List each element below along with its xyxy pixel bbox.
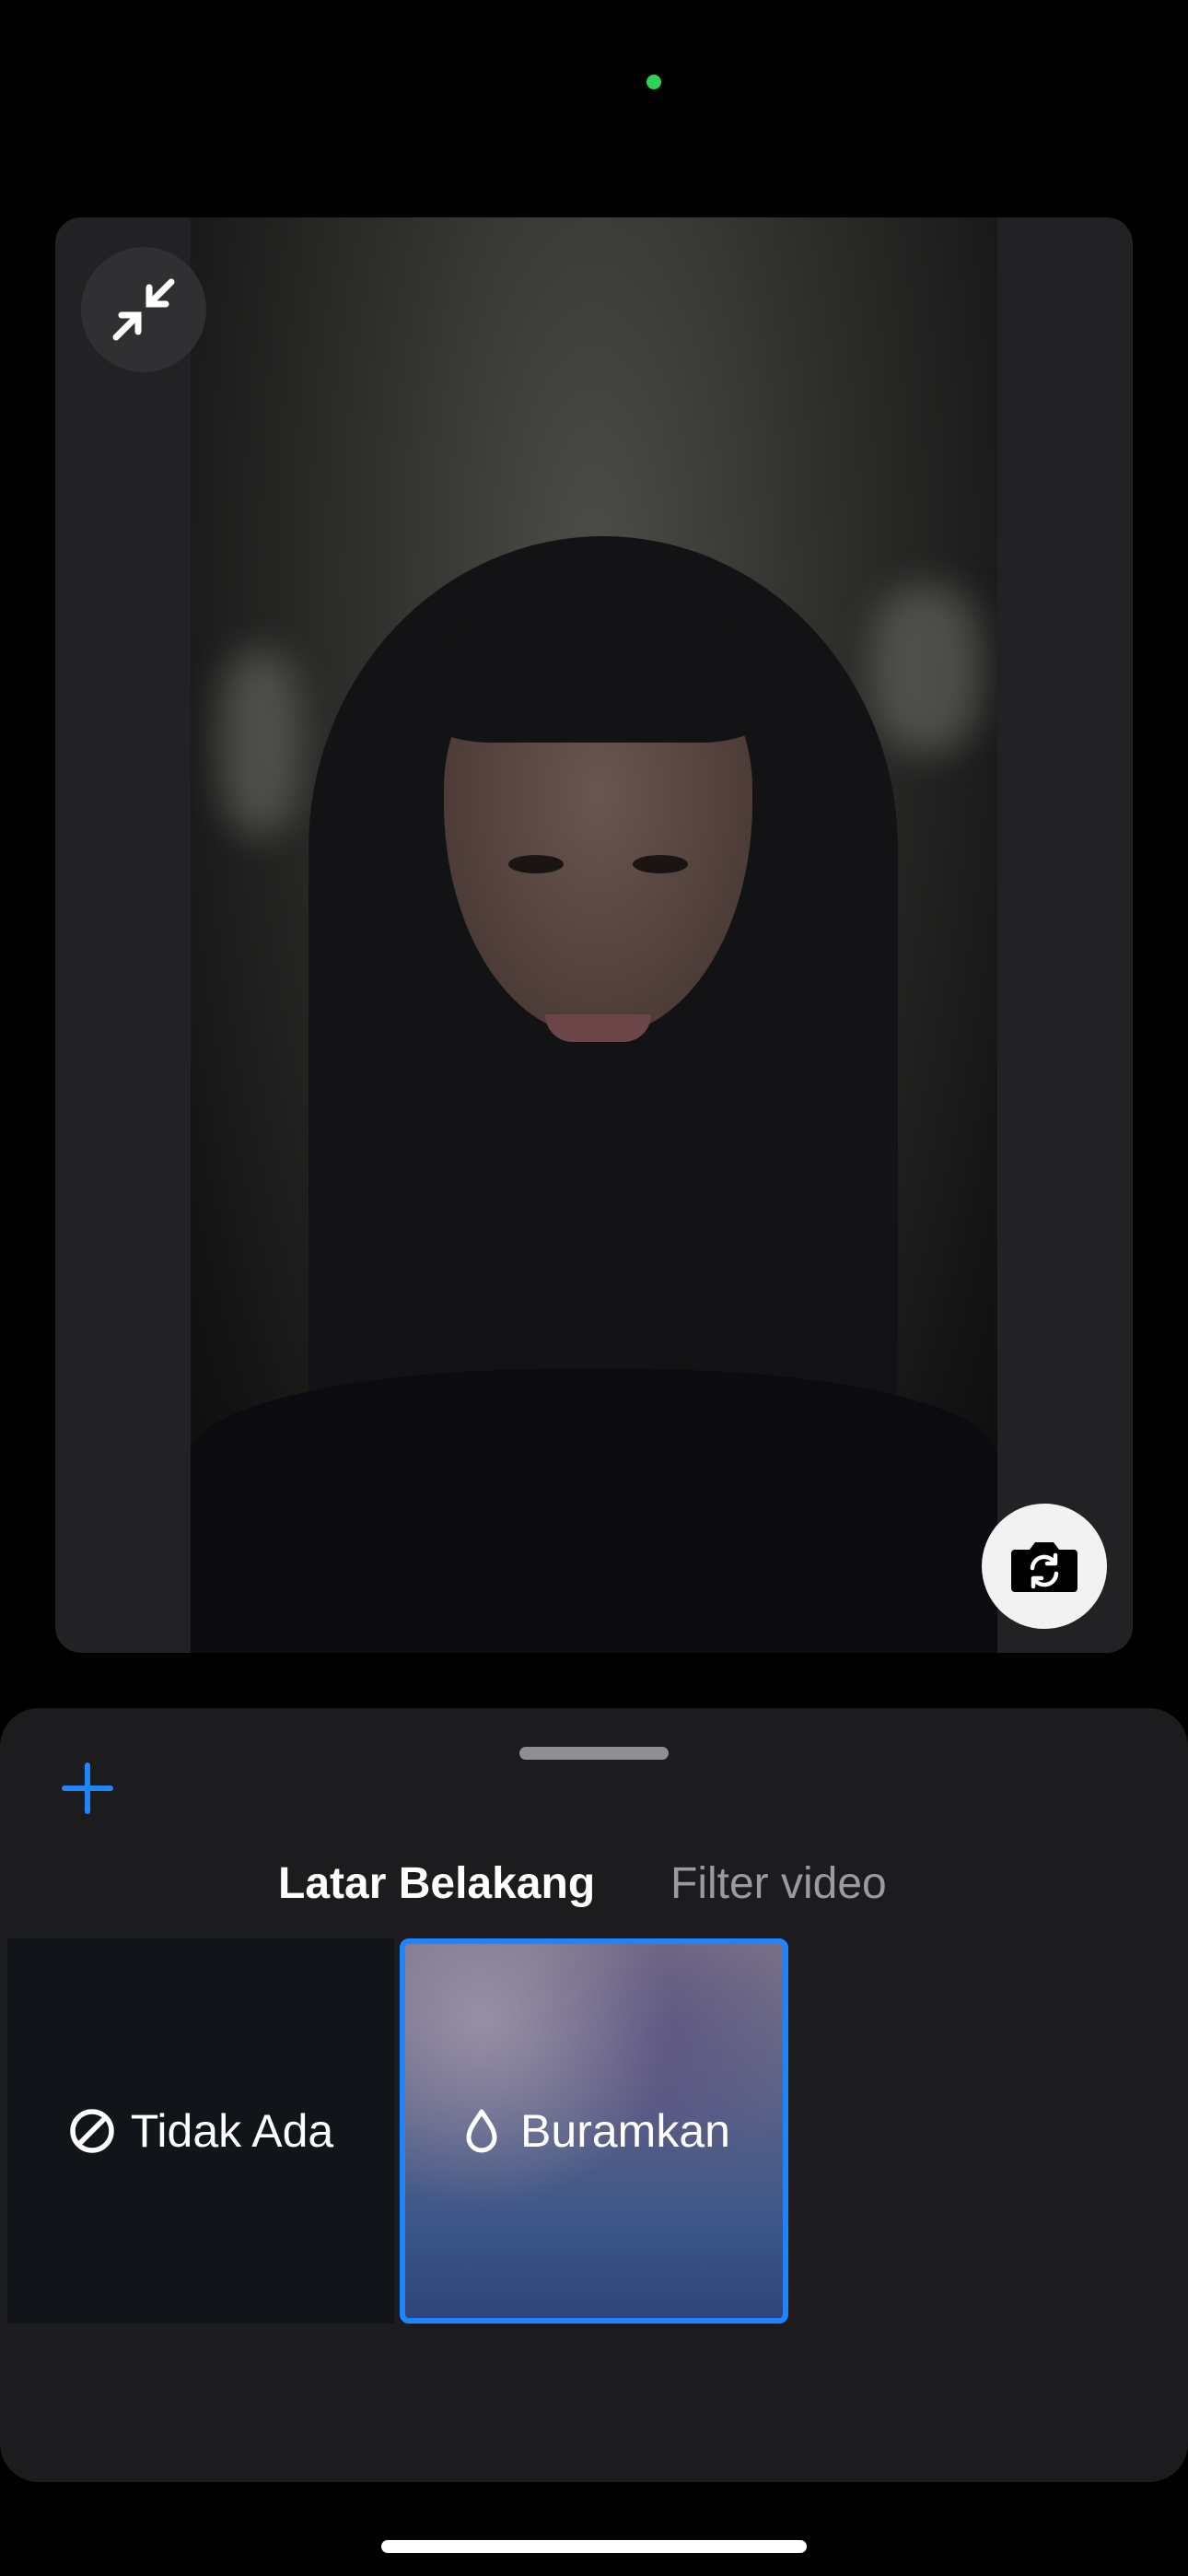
none-circle-icon <box>68 2107 116 2155</box>
tab-video-filter[interactable]: Filter video <box>670 1852 887 1916</box>
plus-icon <box>62 1762 113 1814</box>
drop-icon <box>458 2107 506 2155</box>
camera-feed-image <box>191 217 997 1653</box>
collapse-preview-button[interactable] <box>81 247 206 372</box>
sheet-grabber[interactable] <box>519 1747 669 1760</box>
collapse-arrows-icon <box>112 278 175 341</box>
flip-camera-button[interactable] <box>982 1504 1107 1629</box>
camera-in-use-indicator <box>646 75 661 89</box>
video-preview-card <box>55 217 1133 1653</box>
background-effects-list: Tidak Ada Buramkan <box>0 1938 1188 2353</box>
effect-label: Tidak Ada <box>130 2105 334 2157</box>
camera-flip-icon <box>1011 1542 1077 1592</box>
home-indicator[interactable] <box>381 2540 807 2553</box>
effects-bottom-sheet: Latar Belakang Filter video Tidak Ada Bu… <box>0 1708 1188 2482</box>
tab-background[interactable]: Latar Belakang <box>278 1852 595 1916</box>
effect-tile-blur[interactable]: Buramkan <box>400 1938 788 2324</box>
effect-label: Buramkan <box>520 2105 730 2157</box>
effect-tile-none[interactable]: Tidak Ada <box>7 1938 394 2324</box>
add-background-button[interactable] <box>55 1756 120 1821</box>
